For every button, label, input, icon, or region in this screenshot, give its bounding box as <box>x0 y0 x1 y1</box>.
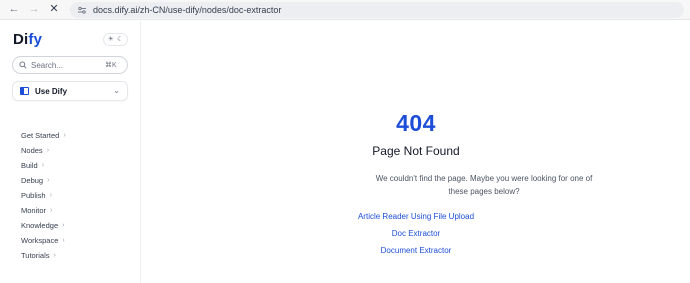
suggestion-item: Article Reader Using File Upload <box>142 212 690 221</box>
browser-toolbar: ← → ✕ docs.dify.ai/zh-CN/use-dify/nodes/… <box>0 0 690 20</box>
sidebar-item-monitor[interactable]: Monitor › <box>21 203 66 218</box>
error-description: We couldn't find the page. Maybe you wer… <box>375 174 593 196</box>
page-title: Page Not Found <box>372 144 460 158</box>
chevron-right-icon: › <box>63 132 66 139</box>
search-box[interactable]: ⌘K <box>12 56 128 74</box>
sidebar-item-publish[interactable]: Publish › <box>21 188 66 203</box>
chevron-right-icon: › <box>41 162 45 169</box>
url-text: docs.dify.ai/zh-CN/use-dify/nodes/doc-ex… <box>93 5 282 15</box>
chevron-right-icon: › <box>46 147 50 154</box>
chevron-right-icon: › <box>47 177 50 184</box>
suggestion-link-article-reader[interactable]: Article Reader Using File Upload <box>358 212 474 221</box>
chevron-right-icon: › <box>50 207 53 214</box>
suggestion-item: Doc Extractor <box>142 229 690 238</box>
dify-logo[interactable]: Dify <box>13 31 42 48</box>
sidebar-item-nodes[interactable]: Nodes › <box>21 143 66 158</box>
suggestion-link-document-extractor[interactable]: Document Extractor <box>381 246 452 255</box>
theme-toggle[interactable]: ☀ ☾ <box>103 33 128 46</box>
chevron-right-icon: › <box>62 222 65 229</box>
suggestion-item: Document Extractor <box>142 246 690 255</box>
search-icon <box>19 61 27 69</box>
main-content: 404 Page Not Found We couldn't find the … <box>142 21 690 283</box>
site-settings-icon[interactable] <box>77 5 87 15</box>
sidebar-item-workspace[interactable]: Workspace › <box>21 233 66 248</box>
section-selector[interactable]: Use Dify ⌄ <box>12 81 128 101</box>
sidebar-item-knowledge[interactable]: Knowledge › <box>21 218 66 233</box>
chevron-down-icon: ⌄ <box>113 86 120 95</box>
sidebar: Dify ☀ ☾ ⌘K Use Dify ⌄ Get Started› Node… <box>0 21 141 283</box>
sidebar-item-debug[interactable]: Debug › <box>21 173 66 188</box>
chevron-right-icon: › <box>49 192 52 199</box>
sidebar-item-tutorials[interactable]: Tutorials › <box>21 248 66 263</box>
back-icon[interactable]: ← <box>6 2 22 18</box>
sidebar-nav: Get Started › Nodes › Build › Debug › Publis… <box>21 128 66 263</box>
chevron-right-icon: › <box>62 237 65 244</box>
address-bar[interactable]: docs.dify.ai/zh-CN/use-dify/nodes/doc-ex… <box>70 2 684 18</box>
suggestion-link-doc-extractor[interactable]: Doc Extractor <box>392 229 440 238</box>
section-selector-label: Use Dify <box>35 86 68 96</box>
stop-icon[interactable]: ✕ <box>46 2 62 18</box>
error-code: 404 <box>396 110 436 136</box>
chevron-right-icon: › <box>53 252 56 259</box>
forward-icon[interactable]: → <box>26 2 42 18</box>
search-input[interactable] <box>31 60 103 70</box>
sidebar-item-build[interactable]: Build › <box>21 158 66 173</box>
search-shortcut: ⌘K <box>105 62 117 69</box>
sun-icon: ☀ <box>107 36 114 43</box>
moon-icon: ☾ <box>117 36 124 43</box>
book-icon <box>20 87 29 95</box>
sidebar-item-get-started[interactable]: Get Started › <box>21 128 66 143</box>
